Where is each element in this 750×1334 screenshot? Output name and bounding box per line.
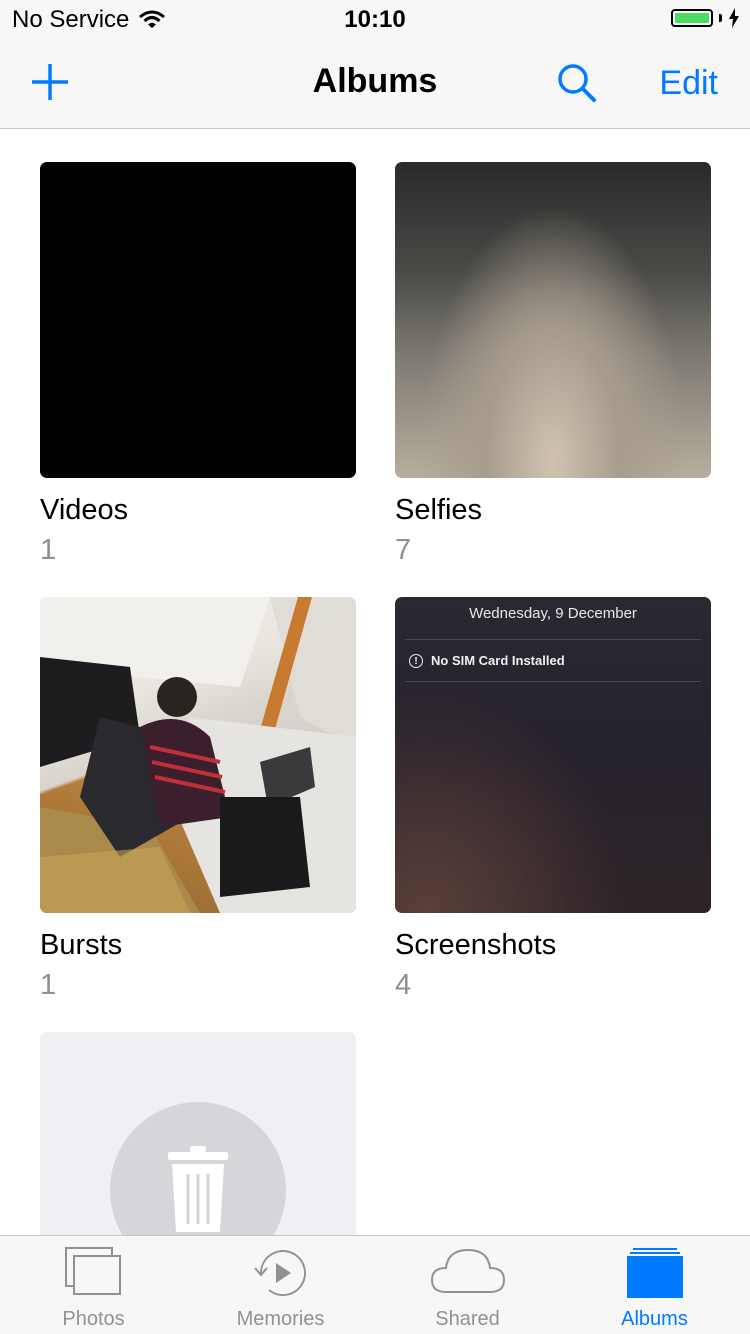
album-count: 1	[40, 969, 57, 1001]
tab-label: Shared	[435, 1308, 500, 1330]
status-right	[671, 8, 740, 28]
status-time: 10:10	[344, 6, 406, 33]
alert-text: No SIM Card Installed	[431, 653, 565, 668]
memories-icon	[253, 1250, 306, 1297]
lockscreen-date: Wednesday, 9 December	[469, 605, 637, 622]
albums-icon	[626, 1248, 683, 1298]
tab-shared[interactable]: Shared	[374, 1236, 561, 1334]
divider	[405, 639, 701, 640]
charging-bolt-icon	[729, 8, 739, 28]
album-thumbnail	[40, 597, 356, 913]
battery-icon	[671, 9, 713, 27]
tab-label: Albums	[621, 1308, 688, 1330]
lockscreen-alert: ! No SIM Card Installed	[409, 653, 565, 668]
search-icon	[558, 64, 596, 102]
album-title: Selfies	[395, 494, 483, 526]
navigation-bar: Albums Edit	[0, 40, 750, 129]
album-title: Videos	[40, 494, 129, 526]
tab-albums[interactable]: Albums	[561, 1236, 748, 1334]
photos-icon	[64, 1247, 121, 1295]
album-thumbnail	[40, 162, 356, 478]
tab-bar: Photos Memories Shared Albums	[0, 1235, 750, 1334]
album-count: 1	[40, 534, 57, 566]
tab-label: Memories	[236, 1308, 325, 1330]
album-screenshots[interactable]: Wednesday, 9 December ! No SIM Card Inst…	[395, 597, 711, 1003]
search-button[interactable]	[556, 62, 598, 104]
album-count: 7	[395, 534, 412, 566]
cloud-icon	[430, 1248, 505, 1293]
trash-icon	[168, 1146, 228, 1232]
divider	[405, 681, 701, 682]
office-photo	[40, 597, 356, 913]
tab-memories[interactable]: Memories	[187, 1236, 374, 1334]
tab-photos[interactable]: Photos	[0, 1236, 187, 1334]
battery-fill	[675, 13, 709, 23]
album-bursts[interactable]: Bursts 1	[40, 597, 356, 1003]
album-count: 4	[395, 969, 412, 1001]
album-title: Screenshots	[395, 929, 557, 961]
alert-icon: !	[409, 653, 423, 668]
trash-circle	[110, 1102, 286, 1242]
album-title: Bursts	[40, 929, 123, 961]
album-thumbnail	[395, 162, 711, 478]
album-videos[interactable]: Videos 1	[40, 162, 356, 568]
page-title: Albums	[312, 62, 438, 100]
tab-label: Photos	[62, 1308, 125, 1330]
album-thumbnail: Wednesday, 9 December ! No SIM Card Inst…	[395, 597, 711, 913]
status-bar: No Service 10:10	[0, 0, 750, 40]
album-selfies[interactable]: Selfies 7	[395, 162, 711, 568]
edit-button[interactable]: Edit	[659, 64, 718, 103]
battery-tip	[719, 14, 722, 22]
album-recently-deleted[interactable]	[40, 1032, 356, 1242]
